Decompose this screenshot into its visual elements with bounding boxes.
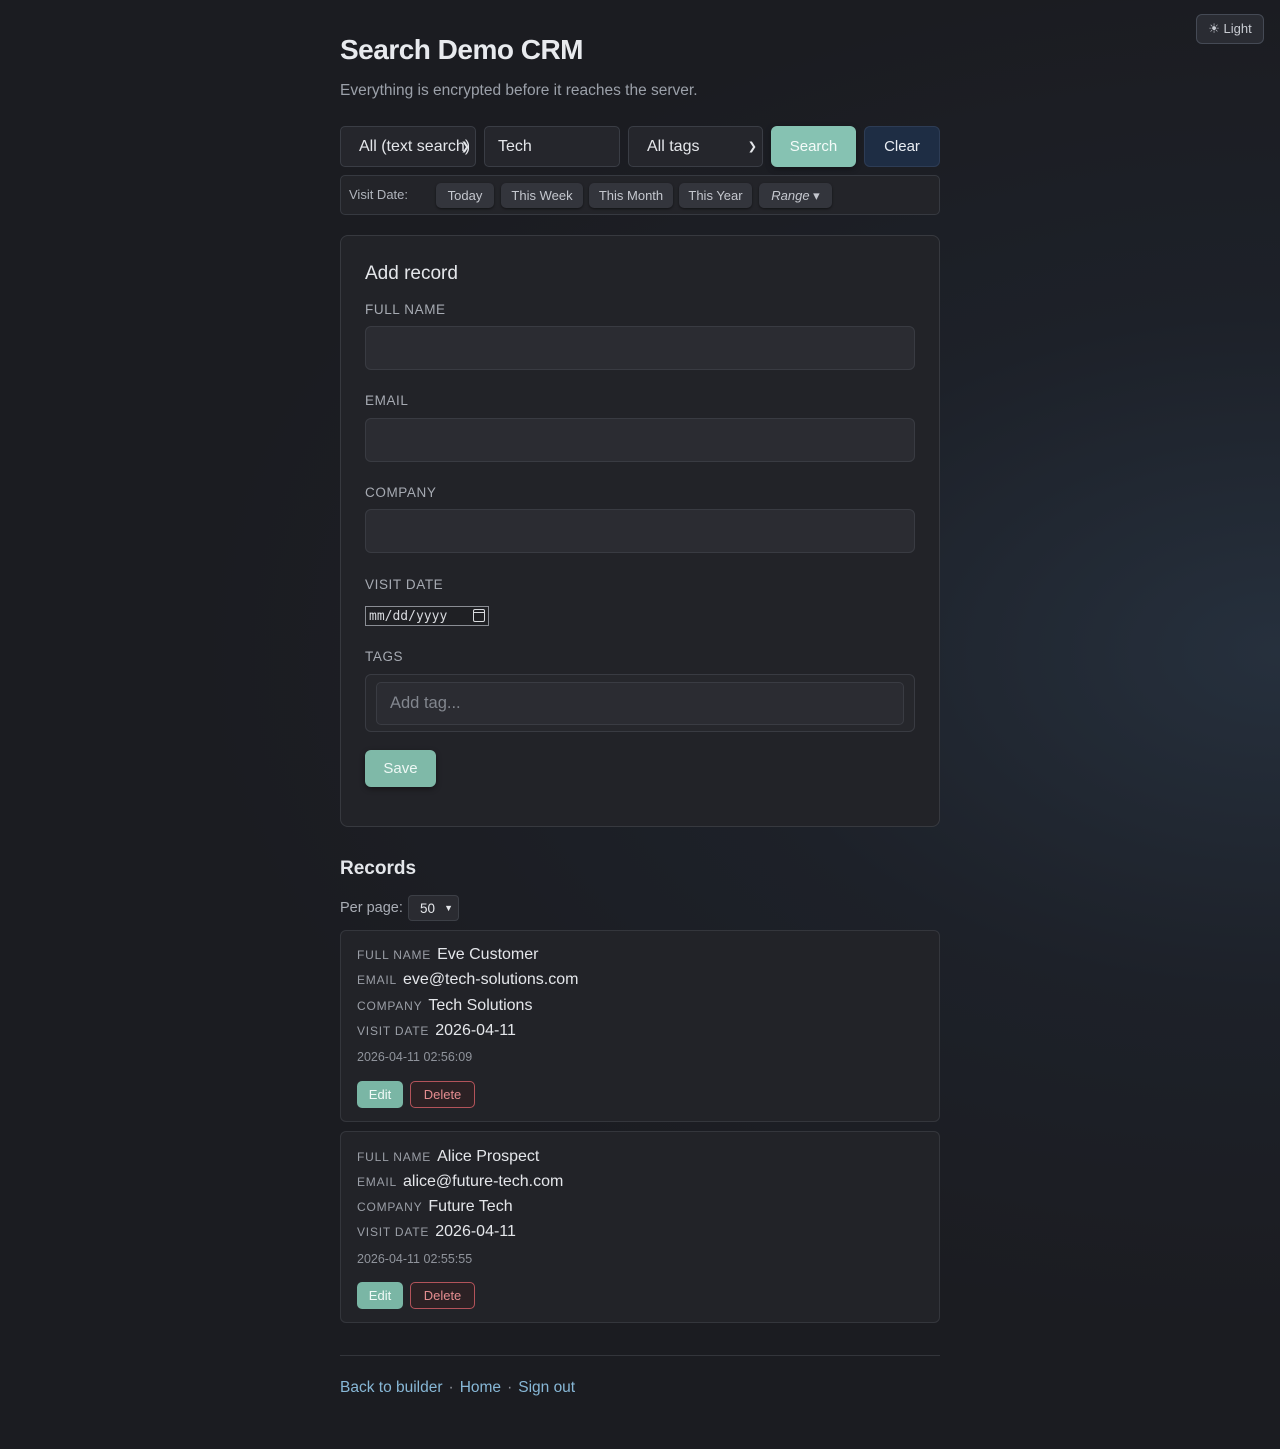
record-full-name-row: FULL NAME Alice Prospect [357,1148,539,1166]
record-full-name-row: FULL NAME Eve Customer [357,946,538,964]
email-field[interactable] [365,418,915,462]
record-timestamp: 2026-04-11 02:55:55 [357,1252,473,1266]
chevron-down-icon: ❯ [747,141,757,153]
record-visit-date-row: VISIT DATE 2026-04-11 [357,1223,516,1241]
record-company-row: COMPANY Future Tech [357,1198,513,1216]
save-button[interactable]: Save [365,750,436,787]
delete-button[interactable]: Delete [410,1081,475,1108]
record-field-key: VISIT DATE [357,1225,430,1239]
record-company: Tech Solutions [428,997,533,1014]
full-name-field[interactable] [365,326,915,370]
visit-date-filter-label: Visit Date: [349,187,409,202]
email-label: EMAIL [365,393,409,408]
search-bar: All (text search) ❯ Tech All tags ❯ Sear… [340,126,940,167]
search-field-select-value: All (text search) [359,137,469,155]
record-company-row: COMPANY Tech Solutions [357,997,532,1015]
chevron-down-icon: ❯ [460,141,470,153]
record-field-key: FULL NAME [357,1150,432,1164]
record-field-key: COMPANY [357,999,423,1013]
delete-button[interactable]: Delete [410,1282,475,1309]
record-email: eve@tech-solutions.com [403,971,579,988]
add-tag-input[interactable]: Add tag... [376,682,904,725]
visit-date-filter: Visit Date: Today This Week This Month T… [340,175,940,215]
search-button[interactable]: Search [771,126,856,167]
page-title: Search Demo CRM [340,34,584,65]
tags-label: TAGS [365,649,404,664]
add-tag-placeholder: Add tag... [390,694,461,712]
back-to-builder-link[interactable]: Back to builder [340,1379,443,1397]
date-chip-range-dropdown[interactable]: Range ▾ [759,183,832,208]
page-subtitle: Everything is encrypted before it reache… [340,82,698,99]
clear-button[interactable]: Clear [864,126,940,167]
add-record-title: Add record [365,263,458,284]
date-chip-this-month[interactable]: This Month [589,183,673,208]
record-visit-date-row: VISIT DATE 2026-04-11 [357,1022,516,1040]
calendar-icon[interactable] [473,609,485,622]
chevron-down-icon: ▼ [444,903,453,913]
edit-button[interactable]: Edit [357,1282,403,1309]
visit-date-placeholder: mm/dd/yyyy [369,608,448,624]
records-title: Records [340,858,417,879]
record-full-name: Eve Customer [437,946,539,963]
footer-separator: · [448,1379,454,1396]
tags-container: Add tag... [365,674,915,732]
visit-date-field[interactable]: mm/dd/yyyy [365,606,489,626]
home-link[interactable]: Home [460,1379,501,1397]
record-email-row: EMAIL eve@tech-solutions.com [357,971,578,989]
record-timestamp: 2026-04-11 02:56:09 [357,1050,473,1064]
sign-out-link[interactable]: Sign out [518,1379,575,1397]
per-page-label: Per page: [340,900,403,916]
footer-divider [340,1355,940,1356]
visit-date-label: VISIT DATE [365,577,444,592]
record-field-key: VISIT DATE [357,1024,430,1038]
footer-links: Back to builder · Home · Sign out [340,1379,575,1397]
record-card: FULL NAME Eve Customer EMAIL eve@tech-so… [340,930,940,1122]
company-field[interactable] [365,509,915,553]
per-page-select[interactable]: 50 ▼ [408,895,459,921]
add-record-card: Add record FULL NAME EMAIL COMPANY VISIT… [340,235,940,827]
footer-separator: · [507,1379,513,1396]
record-field-key: EMAIL [357,973,398,987]
date-chip-this-year[interactable]: This Year [679,183,752,208]
record-visit-date: 2026-04-11 [435,1223,516,1240]
per-page-value: 50 [420,900,436,916]
search-field-select[interactable]: All (text search) ❯ [340,126,476,167]
record-field-key: EMAIL [357,1175,398,1189]
tags-filter-select[interactable]: All tags ❯ [628,126,763,167]
record-visit-date: 2026-04-11 [435,1022,516,1039]
record-full-name: Alice Prospect [437,1148,540,1165]
record-email-row: EMAIL alice@future-tech.com [357,1173,563,1191]
full-name-label: FULL NAME [365,302,446,317]
search-input[interactable]: Tech [484,126,620,167]
record-field-key: FULL NAME [357,948,432,962]
record-company: Future Tech [428,1198,513,1215]
record-email: alice@future-tech.com [403,1173,564,1190]
search-input-value: Tech [498,137,532,155]
edit-button[interactable]: Edit [357,1081,403,1108]
theme-toggle-button[interactable]: ☀ Light [1196,14,1264,44]
company-label: COMPANY [365,485,437,500]
record-field-key: COMPANY [357,1200,423,1214]
record-card: FULL NAME Alice Prospect EMAIL alice@fut… [340,1131,940,1323]
date-chip-this-week[interactable]: This Week [501,183,583,208]
date-chip-today[interactable]: Today [436,183,494,208]
tags-filter-value: All tags [647,137,700,155]
